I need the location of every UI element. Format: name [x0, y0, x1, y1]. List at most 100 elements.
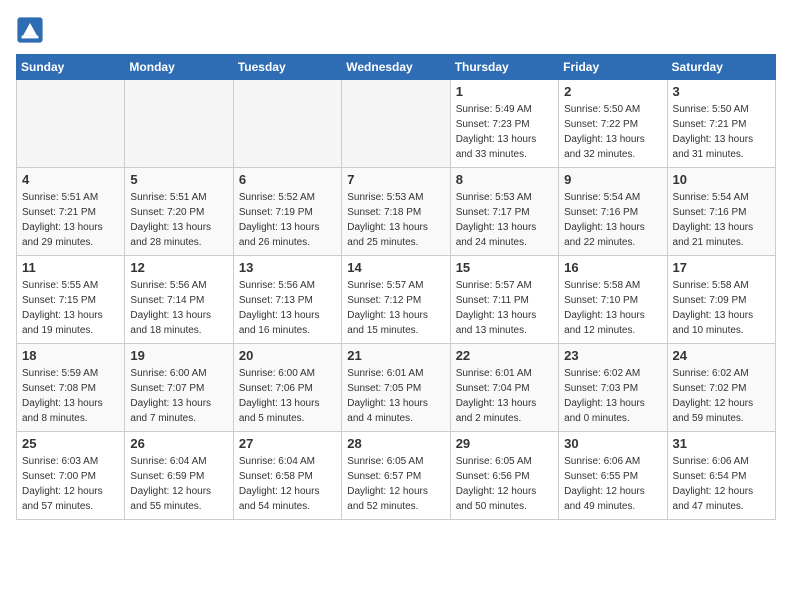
day-number: 9 — [564, 172, 661, 187]
day-info: Sunrise: 6:06 AM Sunset: 6:55 PM Dayligh… — [564, 454, 661, 514]
day-number: 12 — [130, 260, 227, 275]
day-number: 4 — [22, 172, 119, 187]
day-info: Sunrise: 5:51 AM Sunset: 7:21 PM Dayligh… — [22, 190, 119, 250]
calendar-cell: 4 Sunrise: 5:51 AM Sunset: 7:21 PM Daylig… — [17, 168, 125, 256]
weekday-header-thursday: Thursday — [450, 55, 558, 80]
weekday-header-wednesday: Wednesday — [342, 55, 450, 80]
day-number: 19 — [130, 348, 227, 363]
day-info: Sunrise: 5:59 AM Sunset: 7:08 PM Dayligh… — [22, 366, 119, 426]
day-info: Sunrise: 5:57 AM Sunset: 7:12 PM Dayligh… — [347, 278, 444, 338]
day-number: 29 — [456, 436, 553, 451]
calendar-cell — [17, 80, 125, 168]
calendar-cell: 16 Sunrise: 5:58 AM Sunset: 7:10 PM Dayli… — [559, 256, 667, 344]
calendar-cell — [125, 80, 233, 168]
calendar-cell: 8 Sunrise: 5:53 AM Sunset: 7:17 PM Daylig… — [450, 168, 558, 256]
logo — [16, 16, 48, 44]
calendar-cell: 28 Sunrise: 6:05 AM Sunset: 6:57 PM Dayli… — [342, 432, 450, 520]
calendar-cell: 11 Sunrise: 5:55 AM Sunset: 7:15 PM Dayli… — [17, 256, 125, 344]
day-info: Sunrise: 5:55 AM Sunset: 7:15 PM Dayligh… — [22, 278, 119, 338]
day-number: 2 — [564, 84, 661, 99]
day-number: 23 — [564, 348, 661, 363]
day-number: 8 — [456, 172, 553, 187]
calendar-cell: 26 Sunrise: 6:04 AM Sunset: 6:59 PM Dayli… — [125, 432, 233, 520]
day-info: Sunrise: 6:00 AM Sunset: 7:06 PM Dayligh… — [239, 366, 336, 426]
day-info: Sunrise: 6:05 AM Sunset: 6:56 PM Dayligh… — [456, 454, 553, 514]
day-number: 30 — [564, 436, 661, 451]
calendar-cell: 31 Sunrise: 6:06 AM Sunset: 6:54 PM Dayli… — [667, 432, 775, 520]
day-number: 21 — [347, 348, 444, 363]
day-number: 24 — [673, 348, 770, 363]
day-info: Sunrise: 5:53 AM Sunset: 7:17 PM Dayligh… — [456, 190, 553, 250]
day-info: Sunrise: 6:02 AM Sunset: 7:02 PM Dayligh… — [673, 366, 770, 426]
day-number: 3 — [673, 84, 770, 99]
calendar-week-row: 18 Sunrise: 5:59 AM Sunset: 7:08 PM Dayli… — [17, 344, 776, 432]
day-number: 26 — [130, 436, 227, 451]
day-number: 17 — [673, 260, 770, 275]
day-number: 7 — [347, 172, 444, 187]
day-number: 1 — [456, 84, 553, 99]
calendar-cell: 9Sunrise: 5:54 AM Sunset: 7:16 PM Daylig… — [559, 168, 667, 256]
calendar-cell: 3Sunrise: 5:50 AM Sunset: 7:21 PM Daylig… — [667, 80, 775, 168]
day-info: Sunrise: 5:56 AM Sunset: 7:13 PM Dayligh… — [239, 278, 336, 338]
calendar-cell: 14 Sunrise: 5:57 AM Sunset: 7:12 PM Dayli… — [342, 256, 450, 344]
day-number: 5 — [130, 172, 227, 187]
day-number: 13 — [239, 260, 336, 275]
day-number: 20 — [239, 348, 336, 363]
logo-icon — [16, 16, 44, 44]
day-info: Sunrise: 6:02 AM Sunset: 7:03 PM Dayligh… — [564, 366, 661, 426]
day-info: Sunrise: 6:06 AM Sunset: 6:54 PM Dayligh… — [673, 454, 770, 514]
weekday-header-tuesday: Tuesday — [233, 55, 341, 80]
calendar-cell: 19 Sunrise: 6:00 AM Sunset: 7:07 PM Dayli… — [125, 344, 233, 432]
day-info: Sunrise: 6:04 AM Sunset: 6:58 PM Dayligh… — [239, 454, 336, 514]
day-number: 14 — [347, 260, 444, 275]
day-number: 31 — [673, 436, 770, 451]
calendar-week-row: 4 Sunrise: 5:51 AM Sunset: 7:21 PM Daylig… — [17, 168, 776, 256]
weekday-header-friday: Friday — [559, 55, 667, 80]
calendar-cell: 15Sunrise: 5:57 AM Sunset: 7:11 PM Dayli… — [450, 256, 558, 344]
header — [16, 16, 776, 44]
day-info: Sunrise: 5:58 AM Sunset: 7:09 PM Dayligh… — [673, 278, 770, 338]
day-info: Sunrise: 5:54 AM Sunset: 7:16 PM Dayligh… — [673, 190, 770, 250]
day-info: Sunrise: 6:00 AM Sunset: 7:07 PM Dayligh… — [130, 366, 227, 426]
day-info: Sunrise: 5:51 AM Sunset: 7:20 PM Dayligh… — [130, 190, 227, 250]
calendar-cell: 7Sunrise: 5:53 AM Sunset: 7:18 PM Daylig… — [342, 168, 450, 256]
day-info: Sunrise: 5:58 AM Sunset: 7:10 PM Dayligh… — [564, 278, 661, 338]
day-number: 15 — [456, 260, 553, 275]
calendar-cell: 10 Sunrise: 5:54 AM Sunset: 7:16 PM Dayli… — [667, 168, 775, 256]
calendar-cell: 25Sunrise: 6:03 AM Sunset: 7:00 PM Dayli… — [17, 432, 125, 520]
weekday-header-monday: Monday — [125, 55, 233, 80]
day-info: Sunrise: 5:50 AM Sunset: 7:22 PM Dayligh… — [564, 102, 661, 162]
day-info: Sunrise: 6:05 AM Sunset: 6:57 PM Dayligh… — [347, 454, 444, 514]
day-number: 18 — [22, 348, 119, 363]
calendar-cell: 20 Sunrise: 6:00 AM Sunset: 7:06 PM Dayli… — [233, 344, 341, 432]
day-number: 11 — [22, 260, 119, 275]
calendar-cell: 13 Sunrise: 5:56 AM Sunset: 7:13 PM Dayli… — [233, 256, 341, 344]
calendar-week-row: 25Sunrise: 6:03 AM Sunset: 7:00 PM Dayli… — [17, 432, 776, 520]
day-number: 27 — [239, 436, 336, 451]
day-info: Sunrise: 6:01 AM Sunset: 7:04 PM Dayligh… — [456, 366, 553, 426]
calendar-cell: 12 Sunrise: 5:56 AM Sunset: 7:14 PM Dayli… — [125, 256, 233, 344]
calendar-week-row: 1 Sunrise: 5:49 AM Sunset: 7:23 PM Daylig… — [17, 80, 776, 168]
calendar-cell: 24 Sunrise: 6:02 AM Sunset: 7:02 PM Dayli… — [667, 344, 775, 432]
day-info: Sunrise: 5:52 AM Sunset: 7:19 PM Dayligh… — [239, 190, 336, 250]
calendar-cell: 6 Sunrise: 5:52 AM Sunset: 7:19 PM Daylig… — [233, 168, 341, 256]
calendar-cell: 22Sunrise: 6:01 AM Sunset: 7:04 PM Dayli… — [450, 344, 558, 432]
calendar-cell: 1 Sunrise: 5:49 AM Sunset: 7:23 PM Daylig… — [450, 80, 558, 168]
day-number: 16 — [564, 260, 661, 275]
calendar-cell: 2 Sunrise: 5:50 AM Sunset: 7:22 PM Daylig… — [559, 80, 667, 168]
calendar-cell — [342, 80, 450, 168]
day-info: Sunrise: 6:04 AM Sunset: 6:59 PM Dayligh… — [130, 454, 227, 514]
day-info: Sunrise: 5:56 AM Sunset: 7:14 PM Dayligh… — [130, 278, 227, 338]
calendar-cell: 27 Sunrise: 6:04 AM Sunset: 6:58 PM Dayli… — [233, 432, 341, 520]
day-number: 10 — [673, 172, 770, 187]
day-number: 6 — [239, 172, 336, 187]
calendar-table: SundayMondayTuesdayWednesdayThursdayFrid… — [16, 54, 776, 520]
calendar-cell: 21Sunrise: 6:01 AM Sunset: 7:05 PM Dayli… — [342, 344, 450, 432]
day-info: Sunrise: 5:49 AM Sunset: 7:23 PM Dayligh… — [456, 102, 553, 162]
calendar-cell — [233, 80, 341, 168]
day-number: 28 — [347, 436, 444, 451]
day-number: 25 — [22, 436, 119, 451]
weekday-header-row: SundayMondayTuesdayWednesdayThursdayFrid… — [17, 55, 776, 80]
calendar-week-row: 11 Sunrise: 5:55 AM Sunset: 7:15 PM Dayli… — [17, 256, 776, 344]
calendar-cell: 23 Sunrise: 6:02 AM Sunset: 7:03 PM Dayli… — [559, 344, 667, 432]
